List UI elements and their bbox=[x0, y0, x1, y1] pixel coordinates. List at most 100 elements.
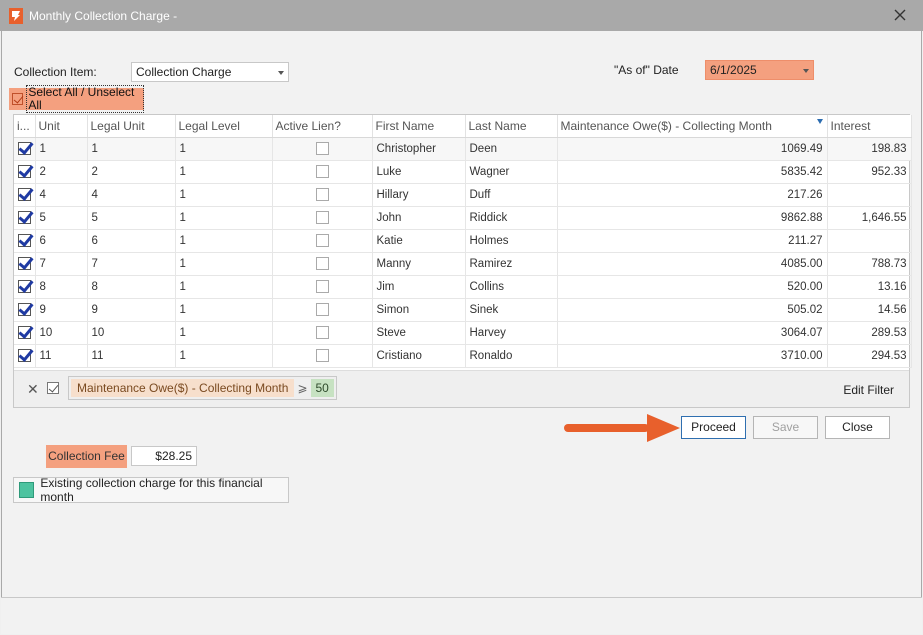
last-name-cell: Duff bbox=[465, 183, 558, 207]
col-header-interest[interactable]: Interest bbox=[827, 115, 912, 138]
first-name-cell: Jim bbox=[372, 275, 466, 299]
col-header-last-name[interactable]: Last Name bbox=[465, 115, 558, 138]
include-cell bbox=[14, 252, 36, 276]
proceed-button[interactable]: Proceed bbox=[681, 416, 746, 439]
row-checkbox[interactable] bbox=[18, 211, 31, 224]
legal-unit-cell: 9 bbox=[87, 298, 176, 322]
edit-filter-link[interactable]: Edit Filter bbox=[843, 383, 894, 397]
charges-grid: i... Unit Legal Unit Legal Level Active … bbox=[13, 114, 912, 408]
active-lien-cell bbox=[272, 344, 373, 368]
table-row[interactable]: 7 7 1 Manny Ramirez 4085.00 788.73 bbox=[14, 252, 912, 276]
table-row[interactable]: 10 10 1 Steve Harvey 3064.07 289.53 bbox=[14, 321, 912, 345]
row-checkbox[interactable] bbox=[18, 165, 31, 178]
row-checkbox[interactable] bbox=[18, 234, 31, 247]
active-lien-checkbox[interactable] bbox=[315, 188, 329, 201]
table-row[interactable]: 5 5 1 John Riddick 9862.88 1,646.55 bbox=[14, 206, 912, 230]
select-all-label: Select All / Unselect All bbox=[26, 85, 144, 113]
row-checkbox[interactable] bbox=[18, 280, 31, 293]
filter-expression[interactable]: Maintenance Owe($) - Collecting Month ⩾ … bbox=[68, 376, 337, 400]
table-row[interactable]: 2 2 1 Luke Wagner 5835.42 952.33 bbox=[14, 160, 912, 184]
col-header-active-lien[interactable]: Active Lien? bbox=[272, 115, 373, 138]
first-name-cell: Simon bbox=[372, 298, 466, 322]
include-cell bbox=[14, 137, 36, 161]
include-cell bbox=[14, 321, 36, 345]
unit-cell: 8 bbox=[35, 275, 88, 299]
unit-cell: 7 bbox=[35, 252, 88, 276]
maintenance-owe-cell: 9862.88 bbox=[557, 206, 828, 230]
col-header-include[interactable]: i... bbox=[14, 115, 36, 138]
active-lien-checkbox[interactable] bbox=[315, 142, 329, 155]
table-row[interactable]: 1 1 1 Christopher Deen 1069.49 198.83 bbox=[14, 137, 912, 161]
collection-item-label: Collection Item: bbox=[14, 65, 97, 79]
filter-icon[interactable] bbox=[816, 119, 823, 124]
legal-unit-cell: 4 bbox=[87, 183, 176, 207]
first-name-cell: Manny bbox=[372, 252, 466, 276]
legend-swatch bbox=[19, 482, 35, 498]
first-name-cell: Hillary bbox=[372, 183, 466, 207]
legal-level-cell: 1 bbox=[175, 321, 273, 345]
row-checkbox[interactable] bbox=[18, 188, 31, 201]
active-lien-checkbox[interactable] bbox=[315, 165, 329, 178]
active-lien-checkbox[interactable] bbox=[315, 326, 329, 339]
table-row[interactable]: 9 9 1 Simon Sinek 505.02 14.56 bbox=[14, 298, 912, 322]
unit-cell: 6 bbox=[35, 229, 88, 253]
interest-cell: 294.53 bbox=[827, 344, 912, 368]
collection-fee-input[interactable]: $28.25 bbox=[131, 446, 197, 466]
table-row[interactable]: 8 8 1 Jim Collins 520.00 13.16 bbox=[14, 275, 912, 299]
unit-cell: 11 bbox=[35, 344, 88, 368]
active-lien-checkbox[interactable] bbox=[315, 234, 329, 247]
clear-filter-icon[interactable]: ✕ bbox=[27, 381, 39, 398]
last-name-cell: Deen bbox=[465, 137, 558, 161]
filter-panel: ✕ Maintenance Owe($) - Collecting Month … bbox=[14, 370, 909, 407]
interest-cell: 289.53 bbox=[827, 321, 912, 345]
legal-unit-cell: 7 bbox=[87, 252, 176, 276]
col-header-legal-level[interactable]: Legal Level bbox=[175, 115, 273, 138]
active-lien-checkbox[interactable] bbox=[315, 211, 329, 224]
chevron-down-icon bbox=[278, 71, 284, 75]
legal-level-cell: 1 bbox=[175, 183, 273, 207]
col-header-maintenance-owe[interactable]: Maintenance Owe($) - Collecting Month bbox=[557, 115, 828, 138]
last-name-cell: Holmes bbox=[465, 229, 558, 253]
table-row[interactable]: 6 6 1 Katie Holmes 211.27 bbox=[14, 229, 912, 253]
legal-level-cell: 1 bbox=[175, 206, 273, 230]
interest-cell: 198.83 bbox=[827, 137, 912, 161]
last-name-cell: Harvey bbox=[465, 321, 558, 345]
include-cell bbox=[14, 160, 36, 184]
active-lien-checkbox[interactable] bbox=[315, 303, 329, 316]
unit-cell: 10 bbox=[35, 321, 88, 345]
row-checkbox[interactable] bbox=[18, 142, 31, 155]
active-lien-checkbox[interactable] bbox=[315, 257, 329, 270]
legal-unit-cell: 2 bbox=[87, 160, 176, 184]
legal-level-cell: 1 bbox=[175, 229, 273, 253]
as-of-date-value: 6/1/2025 bbox=[710, 63, 757, 77]
app-logo-icon bbox=[9, 8, 23, 24]
close-button[interactable]: Close bbox=[825, 416, 890, 439]
active-lien-cell bbox=[272, 183, 373, 207]
active-lien-cell bbox=[272, 252, 373, 276]
col-header-first-name[interactable]: First Name bbox=[372, 115, 466, 138]
collection-item-select[interactable]: Collection Charge bbox=[131, 62, 289, 82]
include-cell bbox=[14, 183, 36, 207]
select-all-checkbox[interactable]: Select All / Unselect All bbox=[9, 85, 144, 113]
checkbox-icon bbox=[12, 93, 24, 105]
active-lien-checkbox[interactable] bbox=[315, 349, 329, 362]
col-header-unit[interactable]: Unit bbox=[35, 115, 88, 138]
filter-operator: ⩾ bbox=[297, 381, 308, 395]
as-of-date-picker[interactable]: 6/1/2025 bbox=[705, 60, 814, 80]
include-cell bbox=[14, 206, 36, 230]
close-icon[interactable] bbox=[891, 6, 909, 24]
row-checkbox[interactable] bbox=[18, 257, 31, 270]
save-button[interactable]: Save bbox=[753, 416, 818, 439]
first-name-cell: Steve bbox=[372, 321, 466, 345]
active-lien-checkbox[interactable] bbox=[315, 280, 329, 293]
filter-enable-checkbox[interactable] bbox=[47, 382, 59, 397]
col-header-legal-unit[interactable]: Legal Unit bbox=[87, 115, 176, 138]
maintenance-owe-cell: 505.02 bbox=[557, 298, 828, 322]
table-row[interactable]: 4 4 1 Hillary Duff 217.26 bbox=[14, 183, 912, 207]
row-checkbox[interactable] bbox=[18, 326, 31, 339]
maintenance-owe-cell: 211.27 bbox=[557, 229, 828, 253]
row-checkbox[interactable] bbox=[18, 349, 31, 362]
row-checkbox[interactable] bbox=[18, 303, 31, 316]
title-bar: Monthly Collection Charge - bbox=[0, 0, 923, 31]
table-row[interactable]: 11 11 1 Cristiano Ronaldo 3710.00 294.53 bbox=[14, 344, 912, 368]
